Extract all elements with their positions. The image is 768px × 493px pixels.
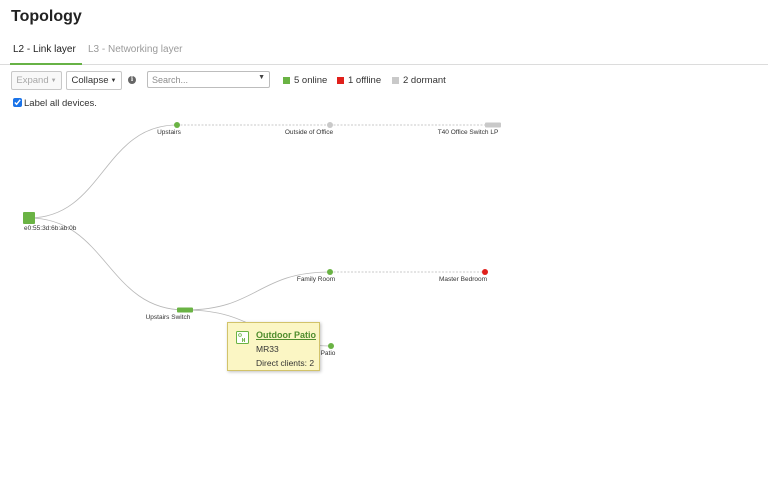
node-outside[interactable]	[327, 122, 333, 128]
node-label-upstairs: Upstairs	[157, 129, 182, 136]
node-label-family-room: Family Room	[297, 276, 335, 283]
node-label-master-bedroom: Master Bedroom	[439, 276, 487, 283]
tooltip-direct-clients: Direct clients: 2	[256, 358, 315, 368]
tooltip-device-model: MR33	[256, 344, 279, 354]
topology-nodes	[23, 122, 501, 349]
access-point-icon	[236, 331, 249, 344]
topology-graph: e0:55:3d:6b:ab:0b Upstairs Outside of Offi…	[23, 122, 501, 357]
node-upstairs-switch[interactable]	[177, 307, 193, 313]
node-label-t40: T40 Office Switch LP	[438, 129, 499, 136]
node-patio[interactable]	[328, 343, 334, 349]
node-t40[interactable]	[485, 122, 501, 128]
node-upstairs[interactable]	[174, 122, 180, 128]
link-gateway-upstairs	[28, 124, 178, 219]
node-master-bedroom[interactable]	[482, 269, 488, 275]
node-label-gateway: e0:55:3d:6b:ab:0b	[24, 225, 77, 232]
device-tooltip: Outdoor Patio MR33 Direct clients: 2	[227, 322, 320, 371]
node-family-room[interactable]	[327, 269, 333, 275]
node-label-patio: Patio	[321, 350, 336, 357]
topology-links	[28, 124, 493, 347]
node-gateway[interactable]	[23, 212, 35, 224]
node-label-outside: Outside of Office	[285, 129, 334, 136]
tooltip-device-link[interactable]: Outdoor Patio	[256, 330, 316, 340]
node-label-upstairs-switch: Upstairs Switch	[146, 314, 191, 321]
